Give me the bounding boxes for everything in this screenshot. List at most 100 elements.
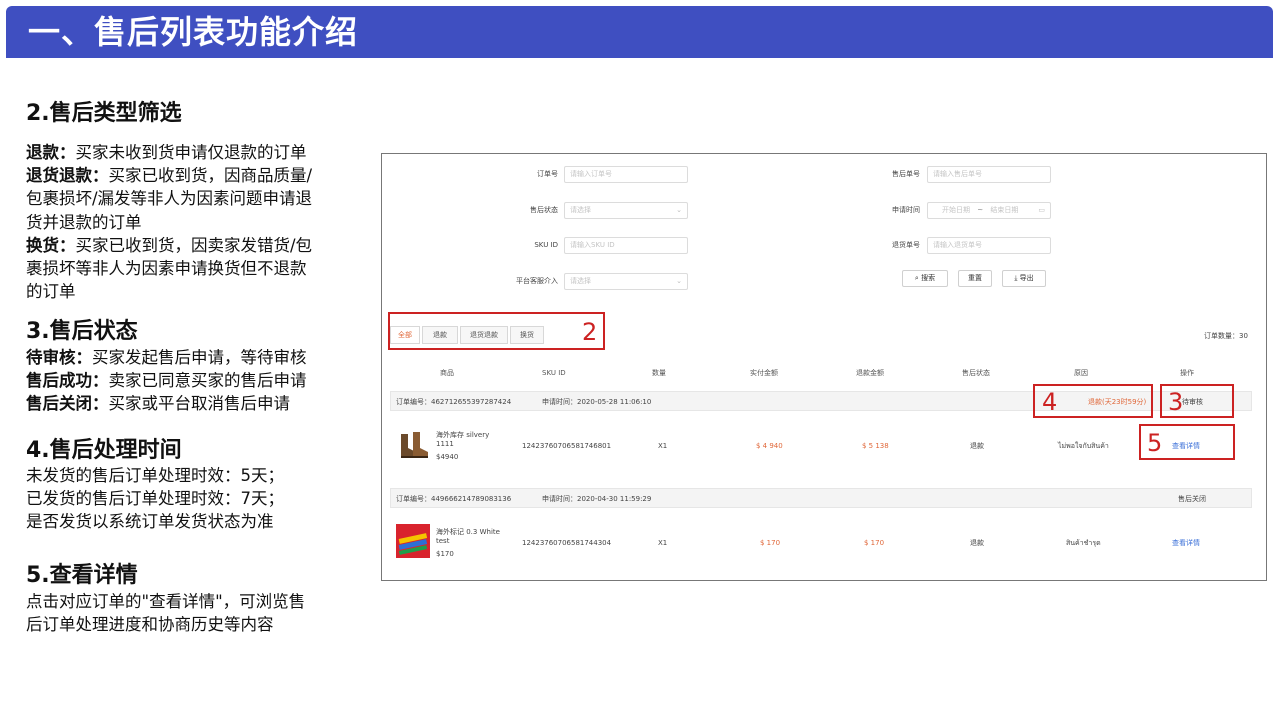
- exchange-term: 换货：: [26, 235, 76, 255]
- status-select-value: 请选择: [570, 206, 591, 214]
- view-details-link[interactable]: 查看详情: [1172, 538, 1200, 548]
- reset-button[interactable]: 重置: [958, 270, 992, 287]
- qty-value: X1: [658, 442, 668, 450]
- product-name-line-1: 海外标记 0.3 White: [436, 528, 500, 536]
- sku-value: 1242376070658174430​4: [522, 539, 612, 547]
- order-group-header: [390, 488, 1252, 508]
- product-price: $4940: [436, 453, 459, 461]
- s5-line-2: 后订单处理进度和协商历史等内容: [26, 615, 274, 635]
- apply-time: 申请时间：2020-04-30 11:59:29: [542, 495, 652, 503]
- product-name-line-2: 1111: [436, 440, 454, 448]
- page-title: 一、售后列表功能介绍: [28, 13, 359, 51]
- paid-value: $ 4 940: [756, 442, 783, 450]
- col-reason: 原因: [1074, 369, 1088, 377]
- platform-select[interactable]: 请选择 ⌄: [564, 273, 688, 290]
- status-select[interactable]: 请选择 ⌄: [564, 202, 688, 219]
- product-price: $170: [436, 550, 454, 558]
- return-refund-term: 退货退款：: [26, 166, 109, 186]
- pending-desc: 买家发起售后申请，等待审核: [92, 348, 307, 367]
- search-button-label: 搜索: [921, 274, 936, 282]
- product-name: 海外库存 silvery 1111: [436, 431, 489, 449]
- product-name-line-1: 海外库存 silvery: [436, 431, 490, 439]
- refund-value: $ 170: [864, 539, 885, 547]
- order-no-input[interactable]: 请输入订单号: [564, 166, 688, 183]
- section-2-heading: 2.售后类型筛选: [26, 101, 182, 126]
- after-sale-no-input[interactable]: 请输入售后单号: [927, 166, 1051, 183]
- pending-term: 待审核：: [26, 348, 92, 367]
- type-value: 退款: [970, 442, 984, 450]
- status-tag: 售后关闭: [1178, 495, 1206, 503]
- search-icon: ⌕: [914, 274, 919, 282]
- reason-value: ไม่พอใจกับสินค้า: [1058, 442, 1109, 450]
- date-separator: ~: [977, 206, 984, 214]
- return-no-input[interactable]: 请输入退货单号: [927, 237, 1051, 254]
- s4-line-1: 未发货的售后订单处理时效：5天；: [26, 466, 284, 485]
- section-5-body: 点击对应订单的"查看详情"，可浏览售 后订单处理进度和协商历史等内容: [26, 590, 371, 636]
- exchange-desc-3: 的订单: [26, 282, 76, 302]
- return-refund-desc-2: 包裹损坏/漏发等非人为因素问题申请退: [26, 189, 313, 209]
- closed-desc: 买家或平台取消售后申请: [108, 394, 291, 414]
- apply-time-label: 申请时间: [892, 206, 920, 214]
- qty-value: X1: [658, 539, 668, 547]
- closed-term: 售后关闭：: [26, 394, 109, 414]
- chevron-down-icon: ⌄: [676, 277, 682, 285]
- sku-input[interactable]: 请输入SKU ID: [564, 237, 688, 254]
- boots-product-image: [401, 432, 428, 458]
- section-3-body: 待审核：买家发起售后申请，等待审核 售后成功：卖家已同意买家的售后申请 售后关闭…: [26, 346, 371, 416]
- after-sale-no-label: 售后单号: [892, 170, 920, 178]
- start-date: 开始日期: [942, 206, 970, 214]
- marker-box-2: [388, 312, 605, 350]
- return-refund-desc-3: 货并退款的订单: [26, 212, 142, 232]
- order-no: 订单编号：462712655397287424: [396, 398, 512, 406]
- col-paid: 实付金额: [750, 369, 778, 377]
- apply-time: 申请时间：2020-05-28 11:06:10: [542, 398, 652, 406]
- col-refund: 退款金额: [856, 369, 884, 377]
- section-5-heading: 5.查看详情: [26, 563, 138, 588]
- product-name: 海外标记 0.3 White test: [436, 528, 500, 546]
- export-button[interactable]: ⤓ 导出: [1002, 270, 1046, 287]
- success-desc: 卖家已同意买家的售后申请: [108, 371, 307, 391]
- marker-number-3: 3: [1168, 388, 1184, 416]
- refund-desc: 买家未收到货申请仅退款的订单: [75, 143, 307, 162]
- platform-label: 平台客服介入: [516, 277, 558, 285]
- chevron-down-icon: ⌄: [676, 206, 682, 214]
- order-count: 订单数量：30: [1204, 332, 1248, 340]
- paid-value: $ 170: [760, 539, 781, 547]
- section-3-heading: 3.售后状态: [26, 319, 138, 344]
- download-icon: ⤓: [1014, 274, 1018, 282]
- after-sale-list-screenshot: 订单号 请输入订单号 售后单号 请输入售后单号 售后状态 请选择 ⌄ 申请时间 开…: [381, 153, 1267, 581]
- return-refund-desc-1: 买家已收到货，因商品质量/: [108, 166, 313, 186]
- platform-select-value: 请选择: [570, 277, 591, 285]
- colorful-product-image: [396, 524, 430, 558]
- s4-line-3: 是否发货以系统订单发货状态为准: [26, 512, 274, 532]
- status-label: 售后状态: [530, 206, 558, 214]
- search-button[interactable]: ⌕ 搜索: [902, 270, 948, 287]
- apply-time-range[interactable]: 开始日期 ~ 结束日期 ▭: [927, 202, 1051, 219]
- refund-value: $ 5 138: [862, 442, 889, 450]
- col-action: 操作: [1180, 369, 1194, 377]
- success-term: 售后成功：: [26, 371, 109, 391]
- product-name-line-2: test: [436, 537, 450, 545]
- type-value: 退款: [970, 539, 984, 547]
- order-no-label: 订单号: [537, 170, 558, 178]
- marker-number-5: 5: [1147, 429, 1163, 457]
- col-sku: SKU ID: [542, 369, 566, 377]
- return-no-label: 退货单号: [892, 241, 920, 249]
- exchange-desc-1: 买家已收到货，因卖家发错货/包: [75, 235, 313, 255]
- export-button-label: 导出: [1019, 274, 1034, 282]
- reason-value: สินค้าชำรุด: [1066, 539, 1101, 547]
- order-no: 订单编号：449666214789083136: [396, 495, 512, 503]
- sku-label: SKU ID: [534, 241, 558, 249]
- section-4-body: 未发货的售后订单处理时效：5天； 已发货的售后订单处理时效：7天； 是否发货以系…: [26, 464, 371, 534]
- calendar-icon: ▭: [1038, 206, 1045, 214]
- s5-line-1: 点击对应订单的"查看详情"，可浏览售: [26, 592, 306, 611]
- col-status: 售后状态: [962, 369, 990, 377]
- section-4-heading: 4.售后处理时间: [26, 438, 182, 463]
- col-qty: 数量: [652, 369, 666, 377]
- sku-value: 1242376070658174680​1: [522, 442, 612, 450]
- title-bar: 一、售后列表功能介绍: [6, 6, 1273, 58]
- refund-term: 退款：: [26, 143, 76, 162]
- marker-number-2: 2: [582, 318, 598, 346]
- marker-number-4: 4: [1042, 388, 1058, 416]
- end-date: 结束日期: [990, 206, 1019, 214]
